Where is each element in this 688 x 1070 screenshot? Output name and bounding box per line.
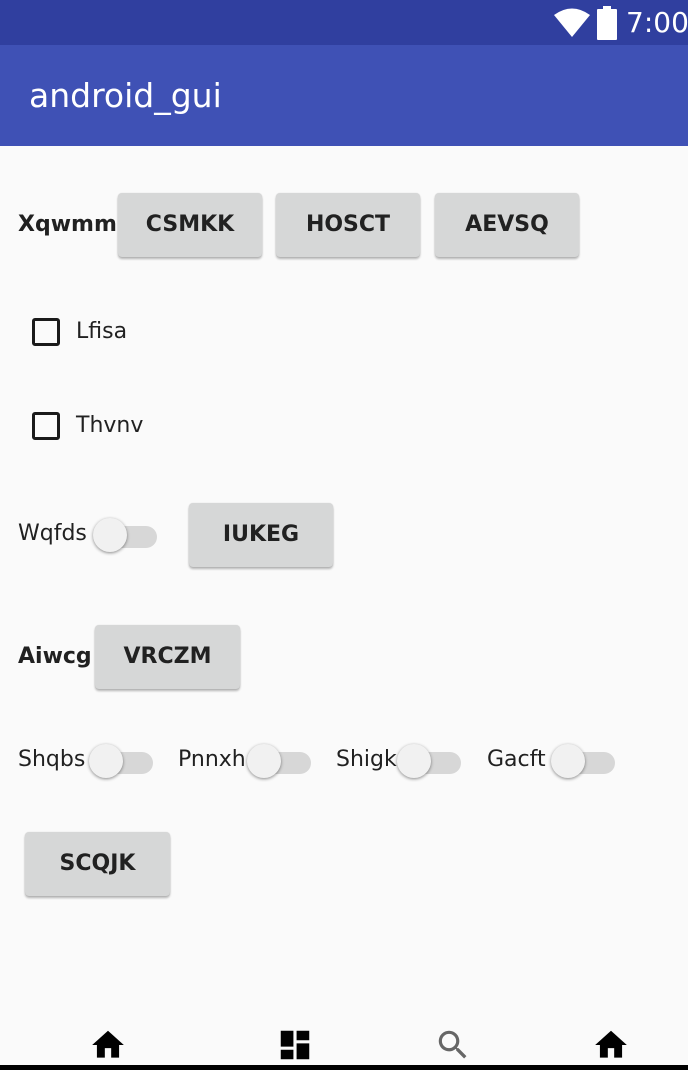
shigk-label: Shigk xyxy=(336,747,397,772)
gacft-label: Gacft xyxy=(487,747,546,772)
hosct-button[interactable]: HOSCT xyxy=(276,193,420,257)
vrczm-button[interactable]: VRCZM xyxy=(95,625,240,689)
csmkk-button[interactable]: CSMKK xyxy=(118,193,262,257)
lfisa-label: Lfisa xyxy=(76,319,128,344)
battery-icon xyxy=(597,6,617,40)
bottom-nav-bar xyxy=(0,1010,688,1070)
switch-thumb xyxy=(397,744,431,778)
switch-thumb xyxy=(551,744,585,778)
nav-bar-edge xyxy=(0,1065,688,1070)
status-time: 7:00 xyxy=(626,6,688,39)
lfisa-checkbox[interactable] xyxy=(32,318,60,346)
home-icon[interactable] xyxy=(89,1026,127,1064)
aevsq-button[interactable]: AEVSQ xyxy=(435,193,579,257)
wqfds-label: Wqfds xyxy=(18,521,87,546)
aiwcg-label: Aiwcg xyxy=(18,644,92,669)
scqjk-button[interactable]: SCQJK xyxy=(25,832,170,896)
switch-thumb xyxy=(247,744,281,778)
thvnv-checkbox[interactable] xyxy=(32,412,60,440)
wifi-icon xyxy=(554,8,590,37)
status-bar: 7:00 xyxy=(0,0,688,45)
dashboard-icon[interactable] xyxy=(276,1026,314,1064)
thvnv-label: Thvnv xyxy=(76,413,144,438)
iukeg-button[interactable]: IUKEG xyxy=(189,503,333,567)
search-icon[interactable] xyxy=(434,1026,472,1064)
switch-thumb xyxy=(89,744,123,778)
pnnxh-switch[interactable] xyxy=(247,740,311,784)
gacft-switch[interactable] xyxy=(551,740,615,784)
wqfds-switch[interactable] xyxy=(93,514,157,558)
shqbs-switch[interactable] xyxy=(89,740,153,784)
app-title: android_gui xyxy=(29,76,222,115)
shqbs-label: Shqbs xyxy=(18,747,86,772)
home-icon[interactable] xyxy=(592,1026,630,1064)
switch-thumb xyxy=(93,518,127,552)
pnnxh-label: Pnnxh xyxy=(178,747,246,772)
shigk-switch[interactable] xyxy=(397,740,461,784)
xqwmm-label: Xqwmm xyxy=(18,212,117,237)
